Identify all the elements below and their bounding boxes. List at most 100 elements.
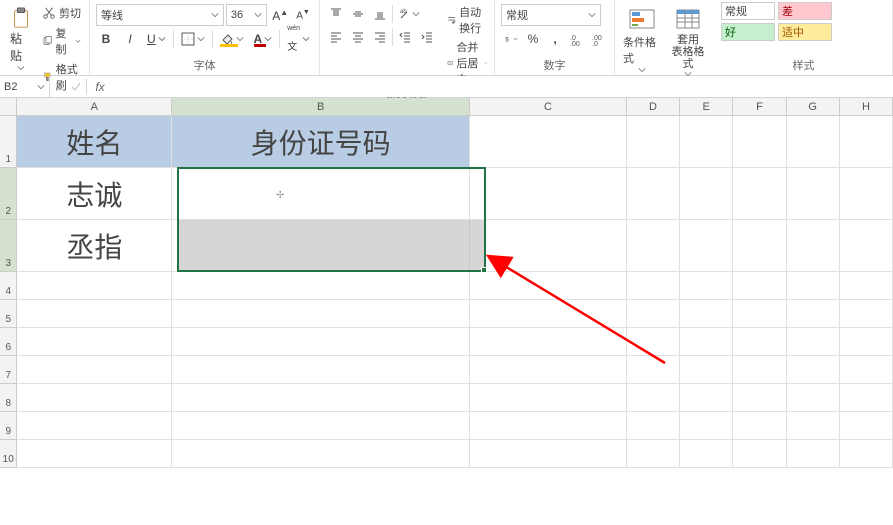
number-format-select[interactable]: 常规 [501,4,601,26]
cell-D10[interactable] [627,440,680,468]
cell-D1[interactable] [627,116,680,168]
align-center-button[interactable] [348,27,368,47]
cell-F9[interactable] [733,412,786,440]
copy-button[interactable]: 复制 [40,24,83,58]
fx-button[interactable]: fx [87,80,113,94]
increase-indent-button[interactable] [417,27,437,47]
cell-F8[interactable] [733,384,786,412]
cell-G9[interactable] [787,412,840,440]
cell-F10[interactable] [733,440,786,468]
select-all-corner[interactable] [0,98,17,115]
cell-G5[interactable] [787,300,840,328]
cell-A7[interactable] [17,356,172,384]
cell-C7[interactable] [470,356,627,384]
cell-G1[interactable] [787,116,840,168]
cell-G4[interactable] [787,272,840,300]
borders-button[interactable] [178,29,208,49]
cell-F3[interactable] [733,220,786,272]
cell-E5[interactable] [680,300,733,328]
orientation-button[interactable]: ab [395,4,423,24]
cell-B3[interactable] [172,220,470,272]
align-top-button[interactable] [326,4,346,24]
cell-A9[interactable] [17,412,172,440]
underline-button[interactable]: U [144,29,169,49]
cell-E6[interactable] [680,328,733,356]
col-header-F[interactable]: F [733,98,786,115]
cell-F6[interactable] [733,328,786,356]
cell-F7[interactable] [733,356,786,384]
cell-G8[interactable] [787,384,840,412]
cell-D8[interactable] [627,384,680,412]
cell-A3[interactable]: 丞指 [17,220,172,272]
cell-E2[interactable] [680,168,733,220]
cell-D3[interactable] [627,220,680,272]
align-middle-button[interactable] [348,4,368,24]
cell-B1[interactable]: 身份证号码 [172,116,470,168]
fill-color-button[interactable] [217,29,247,49]
cell-D2[interactable] [627,168,680,220]
preset-bad[interactable]: 差 [778,2,832,20]
cell-H2[interactable] [840,168,893,220]
cell-E10[interactable] [680,440,733,468]
cell-C4[interactable] [470,272,627,300]
align-bottom-button[interactable] [370,4,390,24]
col-header-E[interactable]: E [680,98,733,115]
cell-D6[interactable] [627,328,680,356]
italic-button[interactable]: I [120,29,140,49]
cell-C8[interactable] [470,384,627,412]
cell-C1[interactable] [470,116,627,168]
cell-B6[interactable] [172,328,470,356]
cell-H4[interactable] [840,272,893,300]
cell-C10[interactable] [470,440,627,468]
increase-font-button[interactable]: A▲ [269,5,291,25]
cell-F4[interactable] [733,272,786,300]
row-header-7[interactable]: 7 [0,356,17,384]
col-header-D[interactable]: D [627,98,680,115]
bold-button[interactable]: B [96,29,116,49]
cell-G2[interactable] [787,168,840,220]
cell-D5[interactable] [627,300,680,328]
row-header-9[interactable]: 9 [0,412,17,440]
col-header-A[interactable]: A [17,98,172,115]
cell-F5[interactable] [733,300,786,328]
cell-E9[interactable] [680,412,733,440]
cell-A4[interactable] [17,272,172,300]
row-header-3[interactable]: 3 [0,220,17,272]
cell-A6[interactable] [17,328,172,356]
cell-H8[interactable] [840,384,893,412]
currency-button[interactable]: $ [501,29,521,49]
cell-A2[interactable]: 志诚 [17,168,172,220]
align-left-button[interactable] [326,27,346,47]
comma-button[interactable]: , [545,29,565,49]
cell-A10[interactable] [17,440,172,468]
decrease-font-button[interactable]: A▼ [293,5,313,25]
cell-E4[interactable] [680,272,733,300]
cell-G3[interactable] [787,220,840,272]
cell-B5[interactable] [172,300,470,328]
cell-H6[interactable] [840,328,893,356]
align-right-button[interactable] [370,27,390,47]
preset-good[interactable]: 好 [721,23,775,41]
cell-C6[interactable] [470,328,627,356]
col-header-H[interactable]: H [840,98,893,115]
phonetic-button[interactable]: wén文 [284,29,313,49]
cell-H9[interactable] [840,412,893,440]
row-header-10[interactable]: 10 [0,440,17,468]
cell-E7[interactable] [680,356,733,384]
cell-A1[interactable]: 姓名 [17,116,172,168]
cell-E1[interactable] [680,116,733,168]
cell-H7[interactable] [840,356,893,384]
confirm-icon[interactable] [70,81,82,93]
preset-neutral[interactable]: 适中 [778,23,832,41]
cell-D7[interactable] [627,356,680,384]
cell-B10[interactable] [172,440,470,468]
cell-H1[interactable] [840,116,893,168]
cell-H3[interactable] [840,220,893,272]
row-header-2[interactable]: 2 [0,168,17,220]
name-box[interactable]: B2 [0,76,50,97]
cell-D4[interactable] [627,272,680,300]
formula-input[interactable] [113,76,893,97]
col-header-G[interactable]: G [787,98,840,115]
preset-normal[interactable]: 常规 [721,2,775,20]
cell-B2[interactable] [172,168,470,220]
